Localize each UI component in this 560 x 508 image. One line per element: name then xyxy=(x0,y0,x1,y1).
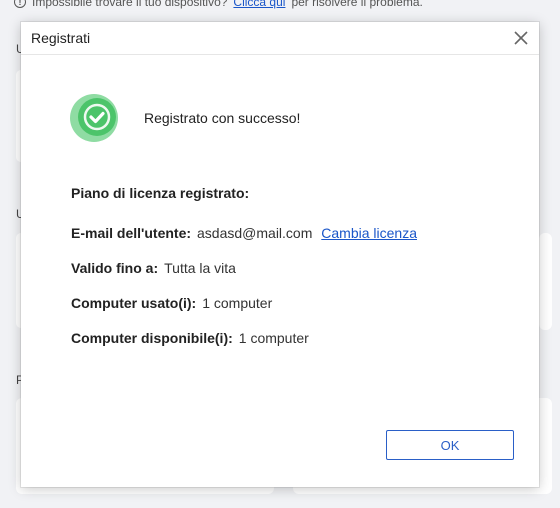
available-label: Computer disponibile(i): xyxy=(71,330,233,346)
available-computers-row: Computer disponibile(i): 1 computer xyxy=(71,330,309,346)
valid-row: Valido fino a: Tutta la vita xyxy=(71,260,236,276)
close-icon xyxy=(514,31,528,45)
email-label: E-mail dell'utente: xyxy=(71,225,192,241)
valid-value: Tutta la vita xyxy=(164,260,236,276)
info-icon: ! xyxy=(14,0,26,8)
check-circle-icon xyxy=(69,93,119,143)
device-notice: ! Impossibile trovare il tuo dispositivo… xyxy=(14,0,423,10)
used-computers-row: Computer usato(i): 1 computer xyxy=(71,295,272,311)
close-button[interactable] xyxy=(511,28,531,48)
used-value: 1 computer xyxy=(202,295,273,311)
bg-card xyxy=(539,233,552,330)
valid-label: Valido fino a: xyxy=(71,260,159,276)
available-value: 1 computer xyxy=(238,330,309,346)
email-row: E-mail dell'utente: asdasd@mail.com Cambi… xyxy=(71,225,417,241)
license-heading: Piano di licenza registrato: xyxy=(71,185,250,201)
notice-suffix: per risolvere il problema. xyxy=(291,0,423,9)
dialog-title: Registrati xyxy=(31,30,91,46)
change-license-link[interactable]: Cambia licenza xyxy=(321,225,417,241)
ok-button[interactable]: OK xyxy=(386,430,514,460)
notice-link[interactable]: Clicca qui xyxy=(233,0,285,9)
register-dialog: Registrati Registrato con successo! Pian… xyxy=(21,22,539,487)
dialog-titlebar: Registrati xyxy=(21,22,539,55)
success-message: Registrato con successo! xyxy=(144,110,301,126)
used-label: Computer usato(i): xyxy=(71,295,197,311)
email-value: asdasd@mail.com xyxy=(197,225,313,241)
notice-text: Impossibile trovare il tuo dispositivo? xyxy=(32,0,228,9)
